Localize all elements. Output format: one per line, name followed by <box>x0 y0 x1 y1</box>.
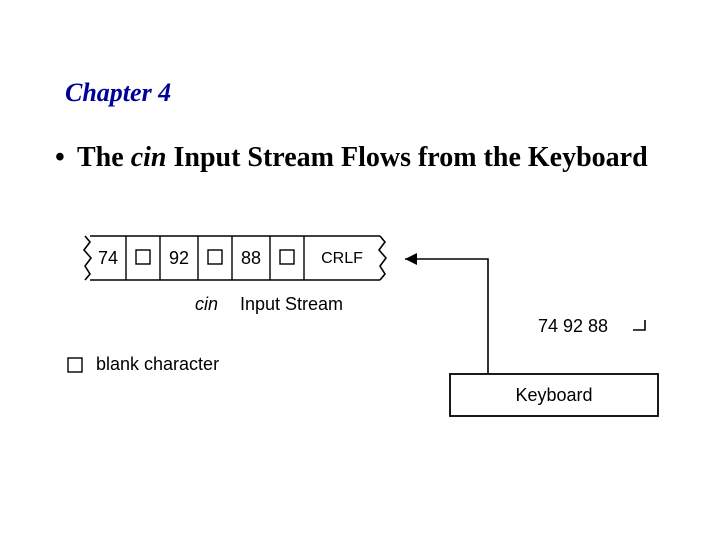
bullet-pre: The <box>77 142 131 173</box>
flow-arrow <box>405 259 488 374</box>
bullet-post: Input Stream Flows from the Keyboard <box>166 142 647 173</box>
torn-edge-left <box>84 236 91 280</box>
typed-text: 74 92 88 <box>538 316 608 336</box>
bullet-marker: • <box>55 140 77 175</box>
enter-icon <box>633 320 645 330</box>
keyboard-label: Keyboard <box>515 385 592 405</box>
slide: Chapter 4 • The cin Input Stream Flows f… <box>0 0 720 540</box>
cin-label: cin <box>195 294 218 314</box>
bullet-item: • The cin Input Stream Flows from the Ke… <box>55 140 660 175</box>
torn-edge-right <box>379 236 386 280</box>
bullet-text: The cin Input Stream Flows from the Keyb… <box>77 140 660 175</box>
blank-box-icon <box>208 250 222 264</box>
blank-box-icon <box>136 250 150 264</box>
legend-label: blank character <box>96 354 219 374</box>
chapter-heading: Chapter 4 <box>65 78 171 108</box>
blank-box-icon <box>68 358 82 372</box>
arrowhead-icon <box>405 253 417 265</box>
input-stream-label: Input Stream <box>240 294 343 314</box>
stream-diagram: 74 92 88 CRLF cin Input Stream blank cha… <box>60 230 680 450</box>
bullet-cin: cin <box>131 142 167 173</box>
stream-cell-4: 88 <box>241 248 261 268</box>
blank-box-icon <box>280 250 294 264</box>
stream-cell-6: CRLF <box>321 250 363 267</box>
stream-cell-2: 92 <box>169 248 189 268</box>
stream-cell-0: 74 <box>98 248 118 268</box>
